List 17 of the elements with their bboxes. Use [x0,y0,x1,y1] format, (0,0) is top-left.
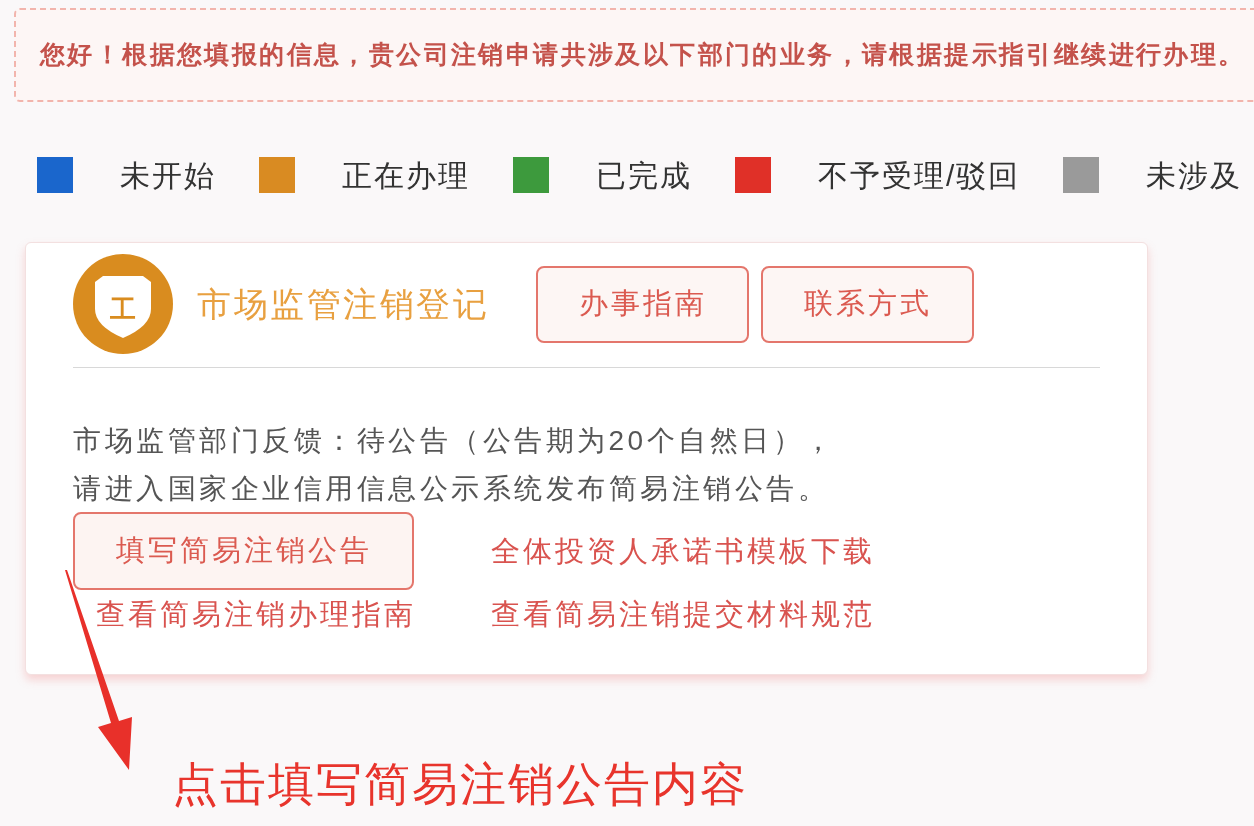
shield-badge-icon [73,254,173,354]
legend-label: 不予受理/驳回 [818,157,1021,194]
card-title: 市场监管注销登记 [197,283,489,325]
annotation-text: 点击填写简易注销公告内容 [172,760,748,808]
legend-label: 正在办理 [342,157,470,194]
fill-announcement-button[interactable]: 填写简易注销公告 [73,512,414,590]
link[interactable]: 查看简易注销提交材料规范 [491,594,875,634]
legend-label: 已完成 [596,157,692,194]
notice-text: 您好！根据您填报的信息，贵公司注销申请共涉及以下部门的业务，请根据提示指引继续进行办理。 [40,39,1246,71]
link[interactable]: 查看简易注销办理指南 [96,594,416,634]
header-button[interactable]: 办事指南 [536,265,749,343]
legend-label: 未涉及 [1146,157,1243,194]
link[interactable]: 全体投资人承诺书模板下载 [491,531,875,571]
feedback-text: 市场监管部门反馈：待公告（公告期为20个自然日）， 请进入国家企业信用信息公示系统发布简易注销公告。 [73,424,836,506]
header-button[interactable]: 联系方式 [761,265,974,343]
logo-glyph: 工 [110,294,136,324]
legend-label: 未开始 [120,157,216,194]
